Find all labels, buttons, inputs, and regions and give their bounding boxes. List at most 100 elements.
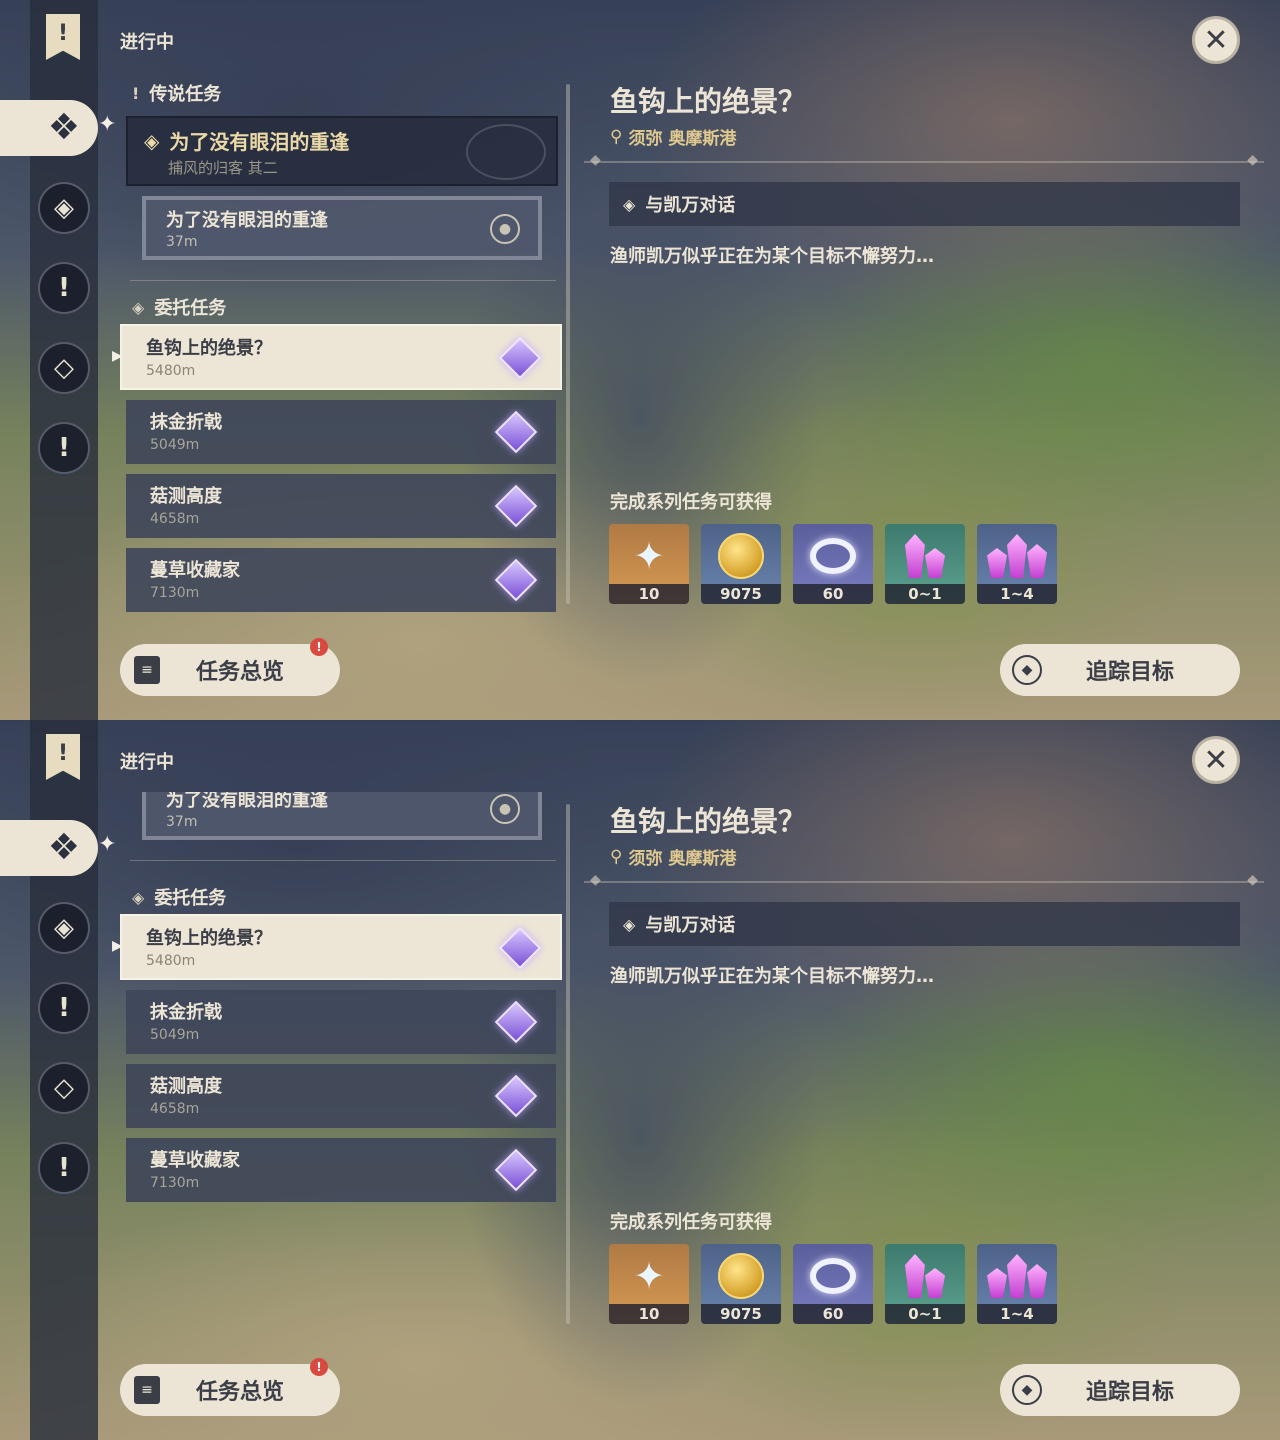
task-item[interactable]: 蔓草收藏家 7130m (126, 548, 556, 612)
reward-count: 60 (793, 1304, 873, 1324)
rail-tab-event[interactable]: ◇ (38, 1062, 90, 1114)
reward-crystal-chunk[interactable]: 0~1 (885, 1244, 965, 1324)
map-pin-icon[interactable]: ● (490, 214, 520, 244)
task-item-selected[interactable]: 鱼钩上的绝景？ 5480m (120, 914, 562, 980)
legend-sub-distance: 37m (166, 814, 198, 830)
rail-tab-world[interactable]: ◈ (38, 182, 90, 234)
location-pin-icon: ⚲ (610, 126, 623, 147)
commission-star-icon (498, 336, 542, 380)
list-scrollbar[interactable] (566, 804, 570, 1324)
legend-sub-title: 为了没有眼泪的重逢 (166, 210, 328, 231)
task-item[interactable]: 抹金折戟 5049m (126, 990, 556, 1054)
close-button[interactable]: ✕ (1192, 16, 1240, 64)
reward-companionship[interactable]: 60 (793, 1244, 873, 1324)
reward-count: 9075 (701, 1304, 781, 1324)
quest-panel-bottom: ! ❖ ✦ ◈ ! ◇ ! 进行中 为了没有眼泪的重逢 37m ● ◈ 委托任务… (0, 720, 1280, 1440)
crystal-chunk-icon (885, 528, 965, 584)
crystal-ore-icon (977, 1248, 1057, 1304)
notification-badge: ! (310, 638, 328, 656)
close-button[interactable]: ✕ (1192, 736, 1240, 784)
track-target-button[interactable]: ◆ 追踪目标 (1000, 644, 1240, 696)
rail-tab-archon[interactable]: ! (38, 422, 90, 474)
reward-crystal-ore[interactable]: 1~4 (977, 1244, 1057, 1324)
companionship-exp-icon (793, 1248, 873, 1304)
commission-star-icon (494, 410, 538, 454)
legend-sub-distance: 37m (166, 234, 198, 250)
section-commission: ◈ 委托任务 (132, 294, 226, 320)
quest-detail-title: 鱼钩上的绝景？ (610, 805, 807, 838)
rewards-label: 完成系列任务可获得 (610, 1212, 772, 1233)
reward-primogem[interactable]: ✦ 10 (609, 1244, 689, 1324)
quest-location: ⚲ 须弥 奥摩斯港 (610, 844, 737, 870)
reward-crystal-ore[interactable]: 1~4 (977, 524, 1057, 604)
legend-sub-item[interactable]: 为了没有眼泪的重逢 37m ● (142, 792, 542, 840)
quest-overview-label: 任务总览 (196, 660, 285, 685)
commission-star-icon (494, 1148, 538, 1192)
commission-star-icon (494, 1000, 538, 1044)
legend-quest-icon: ! (132, 83, 140, 103)
detail-divider (584, 152, 1264, 168)
rewards-row: ✦ 10 9075 60 0~1 1~4 (609, 524, 1057, 604)
section-divider (130, 860, 556, 861)
quest-list: ! 传说任务 ◈ 为了没有眼泪的重逢 捕风的归客 其二 为了没有眼泪的重逢 37m… (112, 72, 572, 612)
rail-tab-commission[interactable]: ❖ (0, 820, 98, 876)
track-target-label: 追踪目标 (1086, 1380, 1175, 1405)
commission-star-icon (494, 558, 538, 602)
task-item-selected[interactable]: 鱼钩上的绝景？ 5480m (120, 324, 562, 390)
list-scrollbar[interactable] (566, 84, 570, 604)
reward-crystal-chunk[interactable]: 0~1 (885, 524, 965, 604)
quest-book-icon: ≡ (134, 1376, 160, 1404)
task-item[interactable]: 菇测高度 4658m (126, 474, 556, 538)
mora-icon (701, 528, 781, 584)
legend-emblem-icon (466, 124, 546, 180)
reward-mora[interactable]: 9075 (701, 1244, 781, 1324)
legend-quest-title: 为了没有眼泪的重逢 (169, 130, 350, 154)
section-commission: ◈ 委托任务 (132, 884, 226, 910)
legend-diamond-icon: ◈ (144, 128, 160, 153)
map-pin-icon[interactable]: ● (490, 794, 520, 824)
reward-count: 1~4 (977, 584, 1057, 604)
quest-overview-button[interactable]: ≡ 任务总览 ! (120, 638, 340, 696)
track-diamond-icon: ◆ (1012, 1375, 1042, 1405)
legend-sub-item[interactable]: 为了没有眼泪的重逢 37m ● (142, 196, 542, 260)
quest-location-text: 须弥 奥摩斯港 (628, 129, 737, 149)
commission-star-icon (494, 484, 538, 528)
task-item[interactable]: 抹金折戟 5049m (126, 400, 556, 464)
rail-tab-story[interactable]: ! (38, 982, 90, 1034)
quest-book-icon: ≡ (134, 656, 160, 684)
objective-text: 与凯万对话 (645, 915, 736, 936)
legend-sub-title: 为了没有眼泪的重逢 (166, 792, 328, 811)
rail-tab-story[interactable]: ! (38, 262, 90, 314)
legend-quest-item[interactable]: ◈ 为了没有眼泪的重逢 捕风的归客 其二 (126, 116, 558, 186)
reward-mora[interactable]: 9075 (701, 524, 781, 604)
objective-text: 与凯万对话 (645, 195, 736, 216)
reward-count: 1~4 (977, 1304, 1057, 1324)
companionship-exp-icon (793, 528, 873, 584)
reward-primogem[interactable]: ✦ 10 (609, 524, 689, 604)
objective-bar: ◈ 与凯万对话 (609, 182, 1240, 226)
section-commission-label: 委托任务 (154, 888, 227, 909)
rail-tab-world[interactable]: ◈ (38, 902, 90, 954)
commission-star-icon (494, 1074, 538, 1118)
quest-location-text: 须弥 奥摩斯港 (628, 849, 737, 869)
track-target-label: 追踪目标 (1086, 660, 1175, 685)
quest-overview-label: 任务总览 (196, 1380, 285, 1405)
reward-count: 9075 (701, 584, 781, 604)
task-item[interactable]: 蔓草收藏家 7130m (126, 1138, 556, 1202)
rail-tab-event[interactable]: ◇ (38, 342, 90, 394)
commission-diamond-icon: ❖ (47, 827, 80, 868)
quest-overview-button[interactable]: ≡ 任务总览 ! (120, 1358, 340, 1416)
track-diamond-icon: ◆ (1012, 655, 1042, 685)
section-divider (130, 280, 556, 281)
status-title: 进行中 (120, 752, 174, 773)
rail-tab-archon[interactable]: ! (38, 1142, 90, 1194)
rewards-label: 完成系列任务可获得 (610, 492, 772, 513)
track-target-button[interactable]: ◆ 追踪目标 (1000, 1364, 1240, 1416)
commission-section-icon: ◈ (132, 887, 145, 907)
rail-tab-commission[interactable]: ❖ (0, 100, 98, 156)
selection-arrow-icon: ▶ (112, 938, 123, 954)
reward-companionship[interactable]: 60 (793, 524, 873, 604)
detail-divider (584, 872, 1264, 888)
task-item[interactable]: 菇测高度 4658m (126, 1064, 556, 1128)
primogem-icon: ✦ (633, 1254, 665, 1298)
